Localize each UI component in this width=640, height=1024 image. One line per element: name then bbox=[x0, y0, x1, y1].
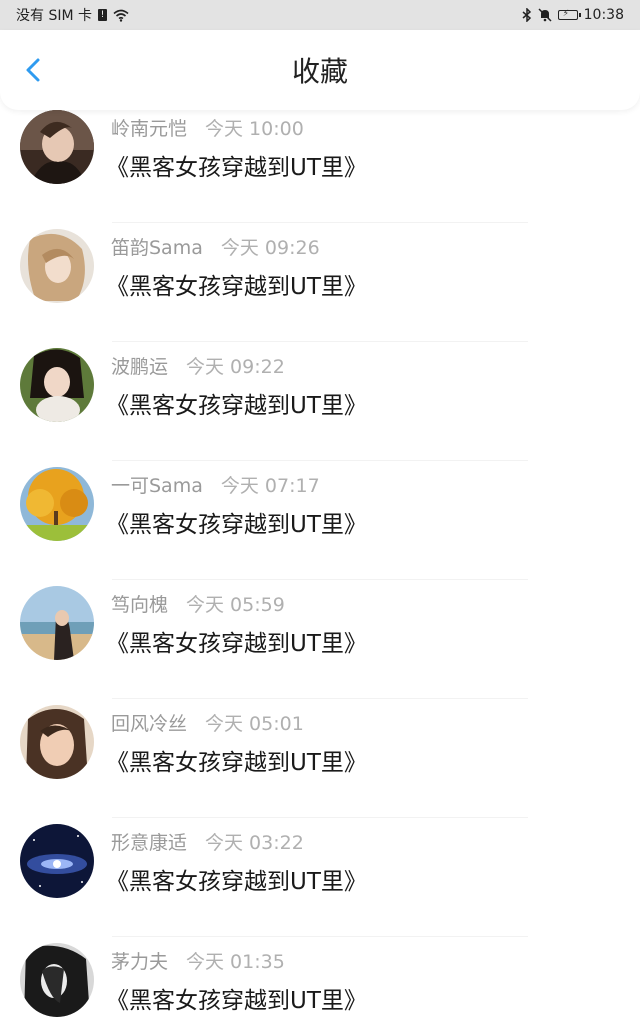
favorite-title[interactable]: 《黑客女孩穿越到UT里》 bbox=[106, 862, 367, 896]
list-item[interactable]: 笃向槐 今天 05:59 《黑客女孩穿越到UT里》 bbox=[0, 580, 640, 699]
wifi-icon bbox=[113, 9, 129, 22]
item-meta: 波鹏运 今天 09:22 bbox=[111, 352, 285, 379]
list-item[interactable]: 形意康适 今天 03:22 《黑客女孩穿越到UT里》 bbox=[0, 818, 640, 937]
clock-text: 10:38 bbox=[583, 7, 624, 23]
item-meta: 岭南元恺 今天 10:00 bbox=[111, 114, 304, 141]
favorite-title[interactable]: 《黑客女孩穿越到UT里》 bbox=[106, 624, 367, 658]
favorite-title[interactable]: 《黑客女孩穿越到UT里》 bbox=[106, 505, 367, 539]
timestamp: 今天 10:00 bbox=[205, 118, 304, 140]
favorites-list: 岭南元恺 今天 10:00 《黑客女孩穿越到UT里》 笛韵Sama 今天 09:… bbox=[0, 104, 640, 1024]
mute-icon bbox=[538, 8, 552, 22]
battery-icon: ⚡ bbox=[557, 9, 581, 20]
user-name: 岭南元恺 bbox=[111, 118, 188, 140]
user-name: 笃向槐 bbox=[111, 594, 169, 616]
item-meta: 笛韵Sama 今天 09:26 bbox=[111, 233, 320, 260]
status-right: ⚡ 10:38 bbox=[522, 7, 624, 23]
favorite-title[interactable]: 《黑客女孩穿越到UT里》 bbox=[106, 267, 367, 301]
list-item[interactable]: 笛韵Sama 今天 09:26 《黑客女孩穿越到UT里》 bbox=[0, 223, 640, 342]
timestamp: 今天 05:01 bbox=[205, 713, 304, 735]
item-meta: 回风冷丝 今天 05:01 bbox=[111, 709, 304, 736]
favorite-title[interactable]: 《黑客女孩穿越到UT里》 bbox=[106, 386, 367, 420]
favorites-page: 没有 SIM 卡 ! ⚡ 10:38 收藏 岭南元恺 今天 10:00 《黑客女… bbox=[0, 0, 640, 1024]
navigation-header: 收藏 bbox=[0, 30, 640, 110]
user-name: 一可Sama bbox=[111, 475, 203, 497]
timestamp: 今天 07:17 bbox=[220, 475, 320, 497]
list-item[interactable]: 回风冷丝 今天 05:01 《黑客女孩穿越到UT里》 bbox=[0, 699, 640, 818]
favorite-title[interactable]: 《黑客女孩穿越到UT里》 bbox=[106, 743, 367, 777]
list-item[interactable]: 岭南元恺 今天 10:00 《黑客女孩穿越到UT里》 bbox=[0, 104, 640, 223]
item-meta: 茅力夫 今天 01:35 bbox=[111, 947, 285, 974]
list-item[interactable]: 茅力夫 今天 01:35 《黑客女孩穿越到UT里》 bbox=[0, 937, 640, 1024]
timestamp: 今天 09:26 bbox=[220, 237, 320, 259]
avatar[interactable] bbox=[20, 943, 94, 1017]
timestamp: 今天 01:35 bbox=[186, 951, 285, 973]
timestamp: 今天 05:59 bbox=[186, 594, 285, 616]
favorite-title[interactable]: 《黑客女孩穿越到UT里》 bbox=[106, 148, 367, 182]
item-meta: 一可Sama 今天 07:17 bbox=[111, 471, 320, 498]
list-item[interactable]: 一可Sama 今天 07:17 《黑客女孩穿越到UT里》 bbox=[0, 461, 640, 580]
avatar[interactable] bbox=[20, 348, 94, 422]
status-left: 没有 SIM 卡 ! bbox=[16, 5, 129, 25]
favorite-title[interactable]: 《黑客女孩穿越到UT里》 bbox=[106, 981, 367, 1015]
avatar[interactable] bbox=[20, 824, 94, 898]
status-bar: 没有 SIM 卡 ! ⚡ 10:38 bbox=[0, 0, 640, 30]
timestamp: 今天 09:22 bbox=[186, 356, 285, 378]
timestamp: 今天 03:22 bbox=[205, 832, 304, 854]
user-name: 形意康适 bbox=[111, 832, 188, 854]
avatar[interactable] bbox=[20, 229, 94, 303]
user-name: 回风冷丝 bbox=[111, 713, 188, 735]
item-meta: 形意康适 今天 03:22 bbox=[111, 828, 304, 855]
user-name: 波鹏运 bbox=[111, 356, 169, 378]
carrier-text: 没有 SIM 卡 bbox=[16, 8, 92, 24]
avatar[interactable] bbox=[20, 110, 94, 184]
avatar[interactable] bbox=[20, 705, 94, 779]
avatar[interactable] bbox=[20, 467, 94, 541]
user-name: 笛韵Sama bbox=[111, 237, 203, 259]
item-meta: 笃向槐 今天 05:59 bbox=[111, 590, 285, 617]
avatar[interactable] bbox=[20, 586, 94, 660]
list-item[interactable]: 波鹏运 今天 09:22 《黑客女孩穿越到UT里》 bbox=[0, 342, 640, 461]
user-name: 茅力夫 bbox=[111, 951, 169, 973]
page-title: 收藏 bbox=[291, 55, 348, 88]
sim-icon: ! bbox=[98, 9, 107, 21]
bluetooth-icon bbox=[522, 8, 532, 22]
